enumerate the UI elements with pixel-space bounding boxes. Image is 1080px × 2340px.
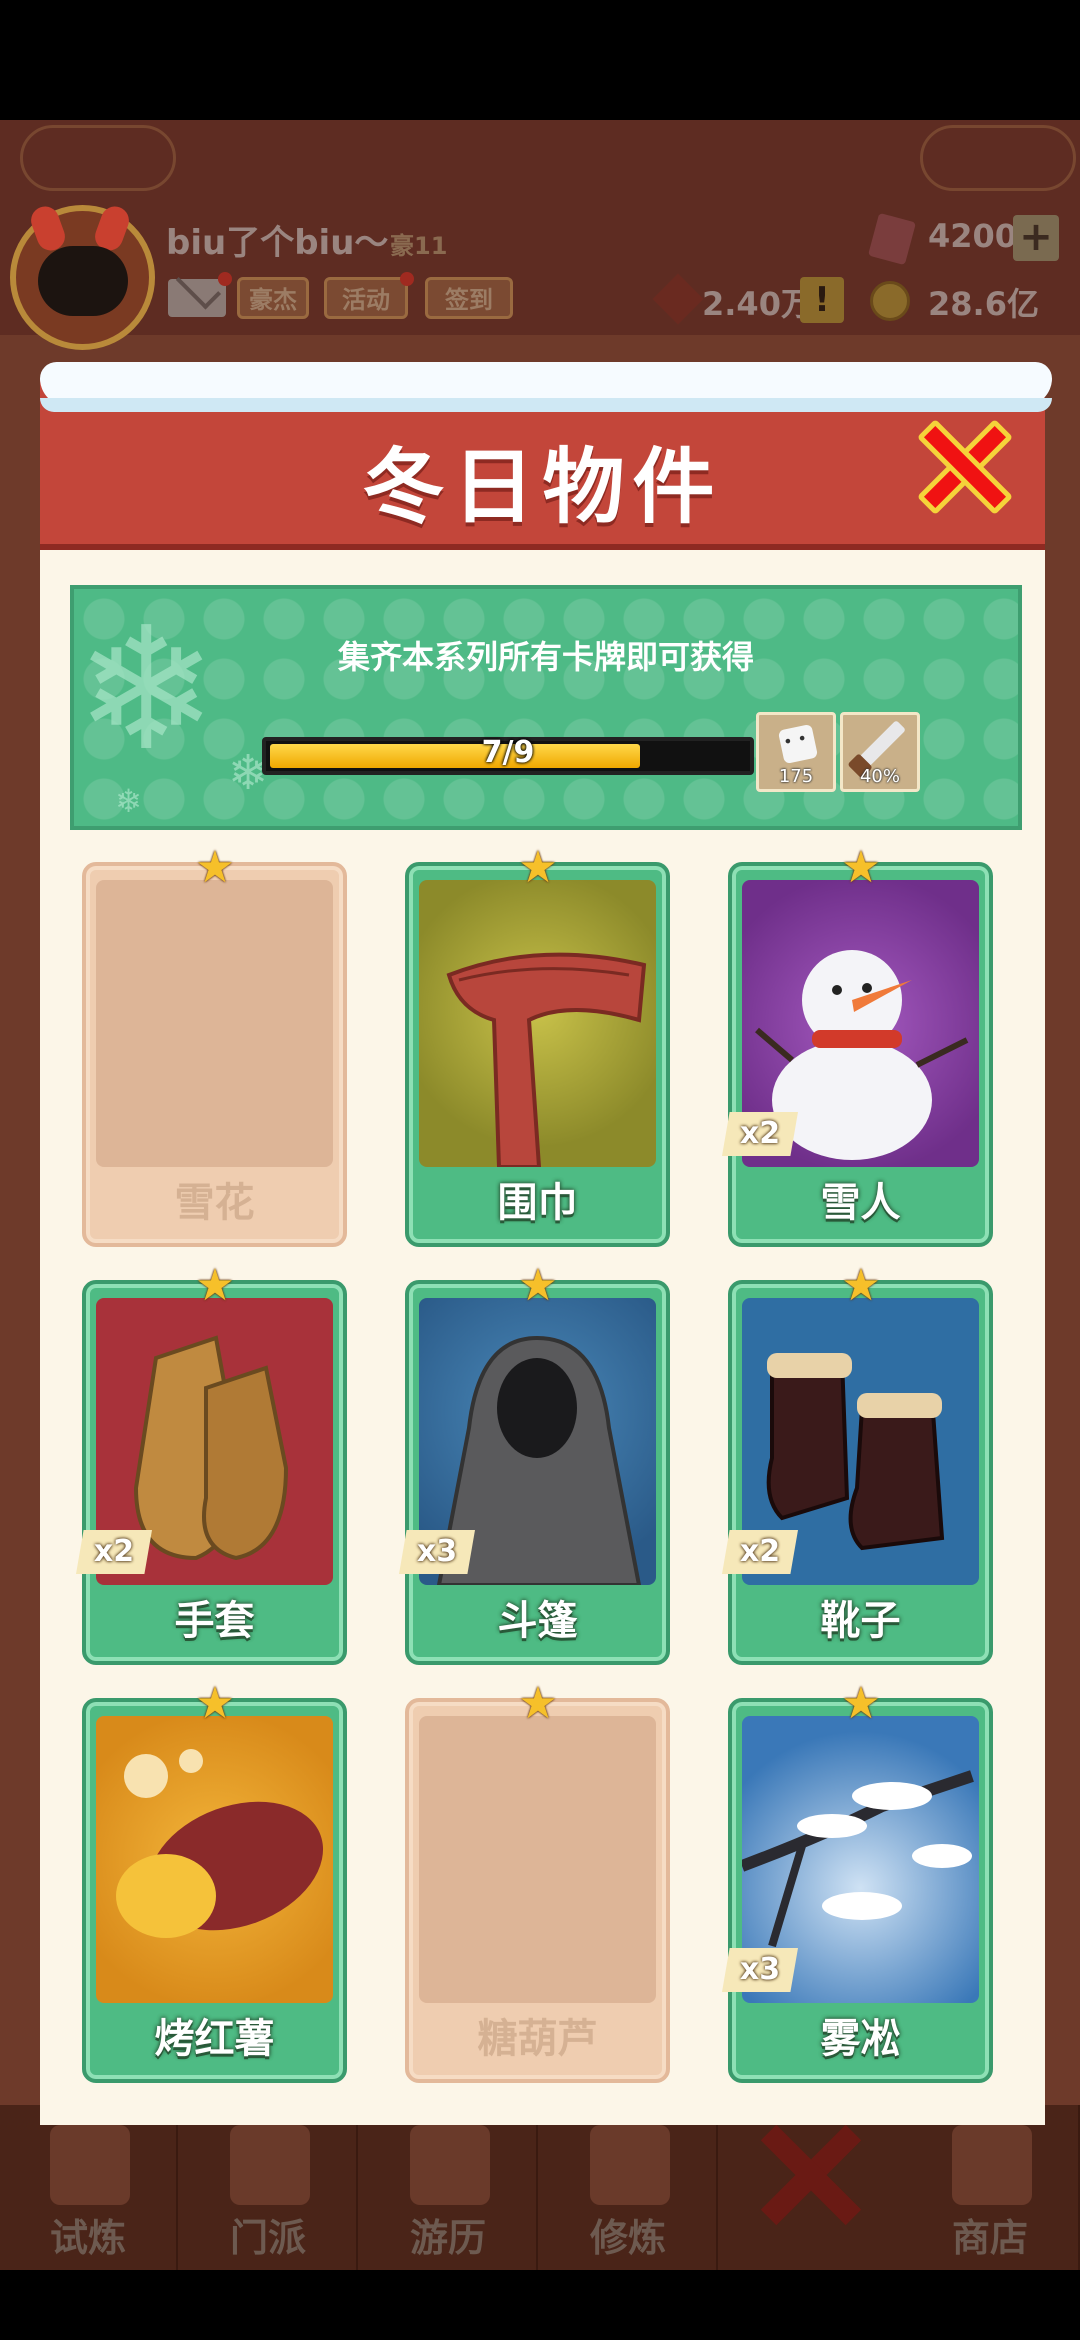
- card-name: 糖葫芦: [477, 2016, 598, 2062]
- star-icon: ★: [518, 842, 558, 893]
- banner-description: 集齐本系列所有卡牌即可获得: [337, 638, 754, 676]
- travel-icon: [410, 2125, 490, 2205]
- star-icon: ★: [841, 1260, 881, 1311]
- notification-dot: [400, 272, 414, 286]
- snowflake-icon: ❄: [75, 591, 218, 789]
- card-candied-haws[interactable]: ★ 糖葫芦: [405, 1682, 670, 2083]
- card-name: 雪花: [174, 1180, 255, 1226]
- nav-travel[interactable]: 游历: [360, 2105, 538, 2270]
- card-gloves[interactable]: ★ x2 手套: [76, 1264, 347, 1665]
- snow-decoration: [40, 362, 1052, 412]
- add-gems-button[interactable]: +: [1013, 215, 1059, 261]
- reward-value: 40%: [859, 766, 900, 787]
- star-icon: ★: [195, 842, 235, 893]
- alert-button[interactable]: !: [800, 277, 844, 323]
- gem-count: 4200: [928, 217, 1018, 255]
- card-scarf[interactable]: ★ 围巾: [405, 846, 670, 1247]
- card-name: 靴子: [820, 1598, 901, 1644]
- avatar-face: [38, 246, 128, 316]
- gold-coin-icon: [870, 281, 910, 321]
- dice-icon: [777, 723, 819, 765]
- card-cloak[interactable]: ★ x3 斗篷: [399, 1264, 670, 1665]
- card-name: 烤红薯: [154, 2016, 275, 2062]
- close-button[interactable]: [916, 418, 1014, 516]
- shop-icon: [952, 2125, 1032, 2205]
- sect-icon: [230, 2125, 310, 2205]
- card-sweet-potato[interactable]: ★ 烤红薯: [82, 1682, 347, 2083]
- reward-value: 175: [778, 766, 814, 787]
- trial-icon: [50, 2125, 130, 2205]
- card-snowman[interactable]: ★ x2 雪人: [722, 846, 993, 1247]
- player-rank: 豪11: [390, 232, 448, 260]
- nav-label: 商店: [951, 2216, 1028, 2260]
- card-count-badge: x2: [722, 1112, 798, 1156]
- checkin-button[interactable]: 签到: [425, 277, 513, 319]
- nav-sect[interactable]: 门派: [180, 2105, 358, 2270]
- card-count-badge: x3: [722, 1948, 798, 1992]
- card-name: 雪人: [820, 1180, 901, 1226]
- progress-label: 7/9: [481, 735, 535, 770]
- power-value: 2.40万: [702, 285, 813, 323]
- card-name: 雾凇: [820, 2016, 901, 2062]
- cloud-ornament-icon: [920, 125, 1076, 191]
- sweet-potato-art: [96, 1716, 333, 2003]
- cultivate-icon: [590, 2125, 670, 2205]
- card-name: 手套: [174, 1598, 255, 1644]
- card-name: 斗篷: [497, 1598, 578, 1644]
- star-icon: ★: [518, 1260, 558, 1311]
- card-art-empty: [96, 880, 333, 1167]
- card-boots[interactable]: ★ x2 靴子: [722, 1264, 993, 1665]
- star-icon: ★: [195, 1260, 235, 1311]
- star-icon: ★: [841, 1678, 881, 1729]
- nav-label: 门派: [229, 2216, 306, 2260]
- snowflake-icon: ❄: [115, 782, 142, 820]
- star-icon: ★: [518, 1678, 558, 1729]
- nav-shop[interactable]: 商店: [902, 2105, 1080, 2270]
- card-art-empty: [419, 1716, 656, 2003]
- notification-dot: [218, 272, 232, 286]
- gold-count: 28.6亿: [928, 285, 1039, 323]
- player-avatar[interactable]: [10, 202, 155, 350]
- sword-icon: [857, 719, 907, 769]
- system-bar: [0, 2270, 1080, 2340]
- card-name: 围巾: [497, 1180, 578, 1226]
- reward-sword[interactable]: 40%: [840, 712, 920, 792]
- mail-icon[interactable]: [168, 279, 226, 317]
- player-name: biu了个biu～: [166, 223, 389, 263]
- reward-dice[interactable]: 175: [756, 712, 836, 792]
- card-snowflake[interactable]: ★ 雪花: [82, 846, 347, 1247]
- heroes-button[interactable]: 豪杰: [237, 277, 309, 319]
- card-count-badge: x2: [722, 1530, 798, 1574]
- nav-close-icon[interactable]: [720, 2105, 900, 2270]
- nav-trial[interactable]: 试炼: [0, 2105, 178, 2270]
- card-count-badge: x3: [399, 1530, 475, 1574]
- card-rime[interactable]: ★ x3 雾凇: [722, 1682, 993, 2083]
- nav-label: 修炼: [589, 2216, 666, 2260]
- scarf-art: [419, 880, 656, 1167]
- events-button[interactable]: 活动: [324, 277, 408, 319]
- modal-title: 冬日物件: [362, 440, 723, 535]
- nav-label: 试炼: [49, 2216, 126, 2260]
- nav-label: 游历: [409, 2216, 486, 2260]
- star-icon: ★: [841, 842, 881, 893]
- cloud-ornament-icon: [20, 125, 176, 191]
- star-icon: ★: [195, 1678, 235, 1729]
- nav-cultivate[interactable]: 修炼: [540, 2105, 718, 2270]
- card-count-badge: x2: [76, 1530, 152, 1574]
